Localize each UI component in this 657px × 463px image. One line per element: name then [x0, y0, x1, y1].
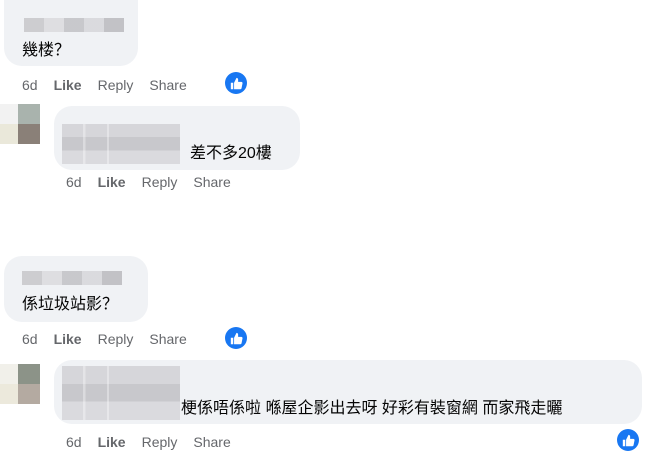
comment-text: 幾楼？	[22, 42, 71, 59]
comment-timestamp[interactable]: 6d	[66, 434, 82, 450]
comment-actions: 6d Like Reply Share	[22, 77, 187, 93]
author-name-blurred[interactable]	[22, 271, 122, 285]
share-button[interactable]: Share	[149, 331, 186, 347]
avatar[interactable]	[0, 104, 40, 144]
share-button[interactable]: Share	[193, 434, 230, 450]
share-button[interactable]: Share	[193, 174, 230, 190]
comment-actions: 6d Like Reply Share	[22, 331, 187, 347]
like-button[interactable]: Like	[54, 331, 82, 347]
comment-timestamp[interactable]: 6d	[22, 77, 38, 93]
like-button[interactable]: Like	[54, 77, 82, 93]
author-name-blurred[interactable]	[62, 124, 180, 164]
reply-button[interactable]: Reply	[142, 174, 178, 190]
share-button[interactable]: Share	[149, 77, 186, 93]
comment-actions: 6d Like Reply Share	[66, 434, 231, 450]
reply-button[interactable]: Reply	[98, 331, 134, 347]
like-reaction-icon[interactable]	[617, 429, 639, 451]
comment-timestamp[interactable]: 6d	[22, 331, 38, 347]
like-button[interactable]: Like	[98, 434, 126, 450]
comment-text: 係垃圾站影？	[22, 296, 119, 313]
like-reaction-icon[interactable]	[225, 72, 247, 94]
comment-text: 梗係唔係啦 喺屋企影出去呀 好彩有裝窗網 而家飛走曬	[181, 400, 563, 417]
like-button[interactable]: Like	[98, 174, 126, 190]
avatar[interactable]	[0, 364, 40, 404]
reply-button[interactable]: Reply	[98, 77, 134, 93]
comment-actions: 6d Like Reply Share	[66, 174, 231, 190]
comment-text: 差不多20樓	[190, 145, 272, 162]
comment-timestamp[interactable]: 6d	[66, 174, 82, 190]
author-name-blurred[interactable]	[62, 366, 180, 420]
like-reaction-icon[interactable]	[225, 327, 247, 349]
reply-button[interactable]: Reply	[142, 434, 178, 450]
author-name-blurred[interactable]	[24, 18, 124, 32]
